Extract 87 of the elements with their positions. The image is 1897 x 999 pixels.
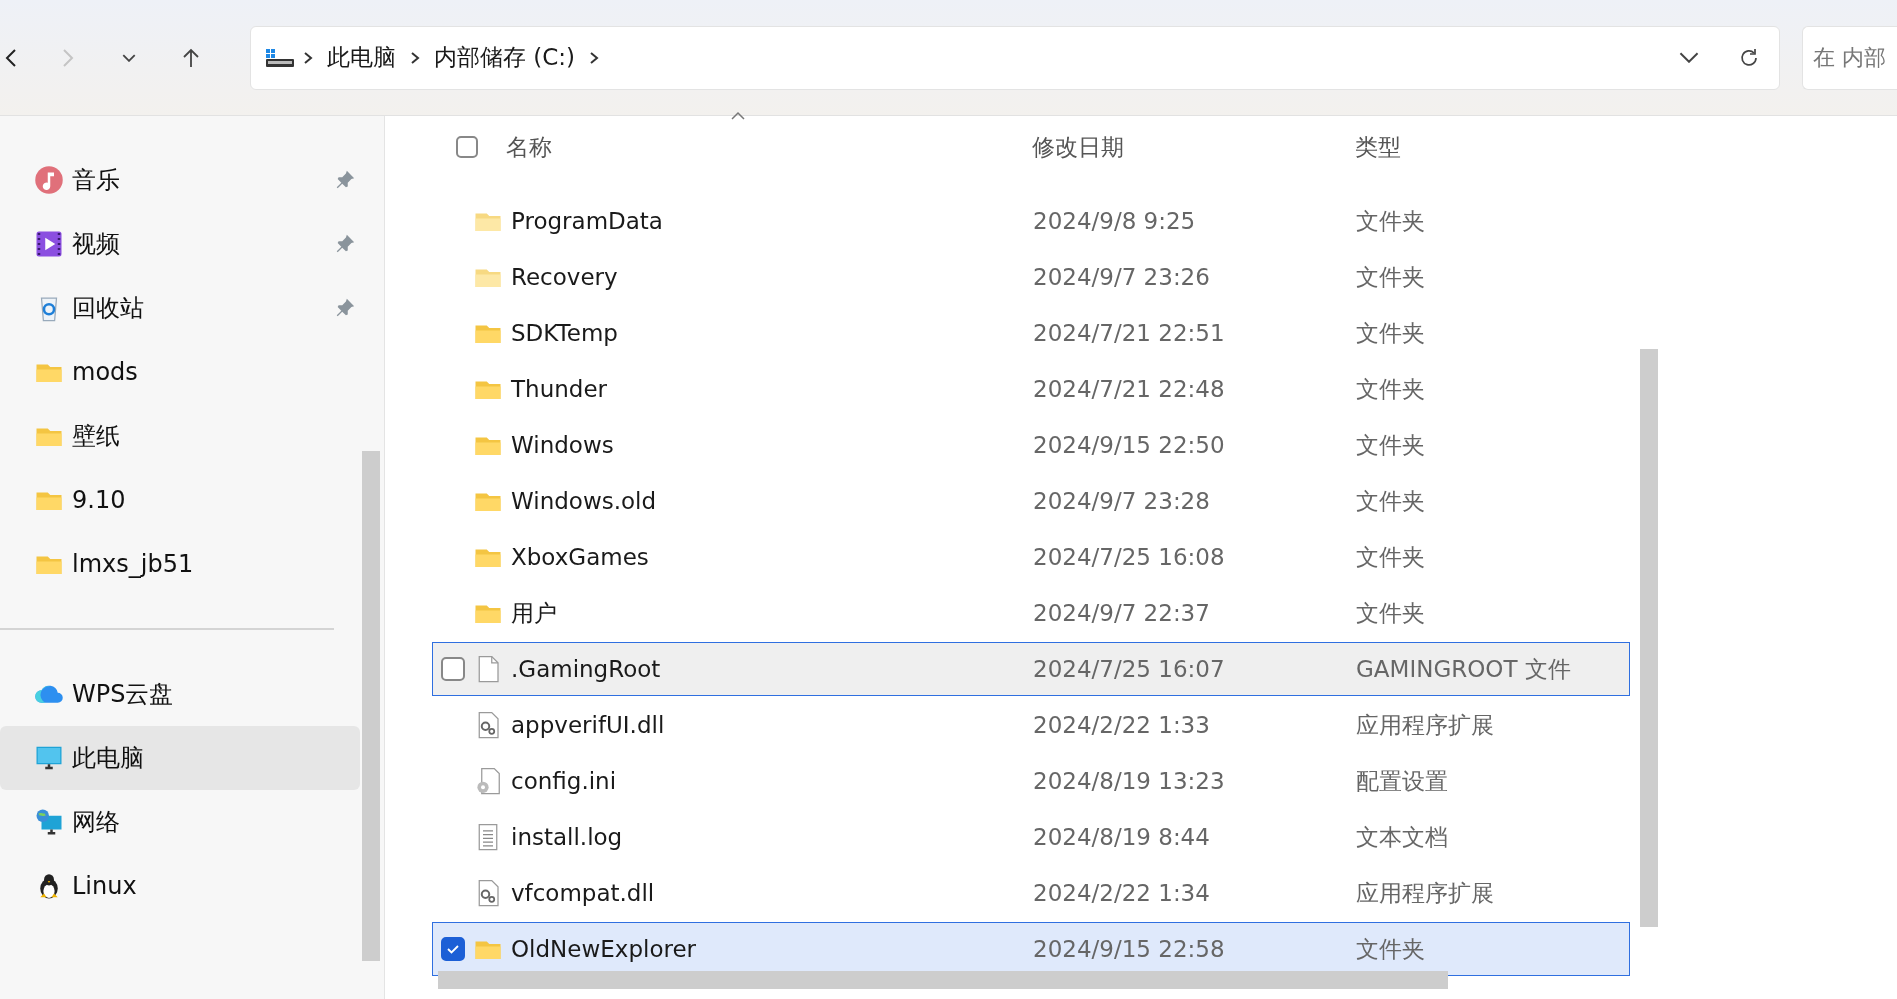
breadcrumb[interactable]: 此电脑 (321, 42, 402, 73)
search-field[interactable]: 在 内部 (1802, 25, 1897, 90)
sidebar-item[interactable]: Linux (0, 854, 360, 918)
drive-icon (265, 46, 295, 69)
file-row[interactable]: 用户 2024/9/7 22:37 文件夹 (432, 586, 1630, 640)
file-name: config.ini (511, 768, 617, 794)
file-name: XboxGames (511, 544, 649, 570)
modified-date: 2024/2/22 1:33 (1033, 712, 1210, 738)
column-header[interactable]: 名称 (506, 131, 552, 163)
sort-caret-icon (730, 110, 746, 120)
modified-date: 2024/9/7 23:28 (1033, 488, 1210, 514)
file-name: Recovery (511, 264, 618, 290)
breadcrumb[interactable]: 内部储存 (C:) (428, 42, 582, 73)
file-row[interactable]: Thunder 2024/7/21 22:48 文件夹 (432, 362, 1630, 416)
row-checkbox[interactable] (441, 657, 465, 681)
sidebar-item[interactable]: WPS云盘 (0, 662, 360, 726)
music-note-icon (34, 165, 64, 195)
file-type: 文件夹 (1356, 318, 1425, 348)
file-row[interactable]: appverifUI.dll 2024/2/22 1:33 应用程序扩展 (432, 698, 1630, 752)
modified-date: 2024/8/19 13:23 (1033, 768, 1225, 794)
file-row[interactable]: Recovery 2024/9/7 23:26 文件夹 (432, 250, 1630, 304)
file-type: 文件夹 (1356, 598, 1425, 628)
file-type: 配置设置 (1356, 766, 1448, 796)
vertical-scrollbar-thumb[interactable] (1640, 349, 1658, 927)
sidebar-item[interactable]: 壁纸 (0, 404, 360, 468)
modified-date: 2024/9/15 22:58 (1033, 936, 1225, 962)
file-name: Windows (511, 432, 614, 458)
file-type: 文件夹 (1356, 934, 1425, 964)
file-row[interactable]: .GamingRoot 2024/7/25 16:07 GAMINGROOT 文件 (432, 642, 1630, 696)
file-row[interactable]: config.ini 2024/8/19 13:23 配置设置 (432, 754, 1630, 808)
modified-date: 2024/2/22 1:34 (1033, 880, 1210, 906)
file-name: appverifUI.dll (511, 712, 665, 738)
file-row[interactable]: SDKTemp 2024/7/21 22:51 文件夹 (432, 306, 1630, 360)
file-type: 文本文档 (1356, 822, 1448, 852)
chevron-down-icon (122, 53, 136, 62)
file-type: 应用程序扩展 (1356, 710, 1494, 740)
sidebar-item[interactable]: 视频 (0, 212, 360, 276)
file-type: GAMINGROOT 文件 (1356, 654, 1571, 684)
file-type: 文件夹 (1356, 206, 1425, 236)
file-name: Windows.old (511, 488, 657, 514)
file-type: 应用程序扩展 (1356, 878, 1494, 908)
file-type: 文件夹 (1356, 374, 1425, 404)
modified-date: 2024/8/19 8:44 (1033, 824, 1210, 850)
modified-date: 2024/7/25 16:08 (1033, 544, 1225, 570)
sidebar-item[interactable]: 回收站 (0, 276, 360, 340)
file-name: 用户 (511, 598, 557, 628)
file-row[interactable]: vfcompat.dll 2024/2/22 1:34 应用程序扩展 (432, 866, 1630, 920)
modified-date: 2024/9/8 9:25 (1033, 208, 1196, 234)
modified-date: 2024/9/7 23:26 (1033, 264, 1210, 290)
modified-date: 2024/7/25 16:07 (1033, 656, 1225, 682)
file-name: SDKTemp (511, 320, 618, 346)
chevron-down-icon (1679, 52, 1699, 63)
file-type: 文件夹 (1356, 542, 1425, 572)
sidebar-item[interactable]: 音乐 (0, 148, 360, 212)
file-row[interactable]: XboxGames 2024/7/25 16:08 文件夹 (432, 530, 1630, 584)
file-name: ProgramData (511, 208, 663, 234)
file-row[interactable]: Windows.old 2024/9/7 23:28 文件夹 (432, 474, 1630, 528)
file-row[interactable]: Windows 2024/9/15 22:50 文件夹 (432, 418, 1630, 472)
modified-date: 2024/7/21 22:51 (1033, 320, 1225, 346)
file-name: install.log (511, 824, 623, 850)
sidebar-item[interactable]: 网络 (0, 790, 360, 854)
file-row[interactable]: OldNewExplorer 2024/9/15 22:58 文件夹 (432, 922, 1630, 976)
file-type: 文件夹 (1356, 262, 1425, 292)
file-row[interactable]: install.log 2024/8/19 8:44 文本文档 (432, 810, 1630, 864)
sidebar-item[interactable]: mods (0, 340, 360, 404)
scrollbar-thumb[interactable] (362, 451, 380, 961)
file-type: 文件夹 (1356, 430, 1425, 460)
modified-date: 2024/7/21 22:48 (1033, 376, 1225, 402)
sidebar-item[interactable]: lmxs_jb51 (0, 532, 360, 596)
file-name: Thunder (511, 376, 607, 402)
modified-date: 2024/9/7 22:37 (1033, 600, 1210, 626)
file-type: 文件夹 (1356, 486, 1425, 516)
modified-date: 2024/9/15 22:50 (1033, 432, 1225, 458)
file-name: OldNewExplorer (511, 936, 697, 962)
sidebar-item[interactable]: 9.10 (0, 468, 360, 532)
file-name: .GamingRoot (511, 656, 661, 682)
column-header[interactable]: 类型 (1355, 131, 1401, 163)
select-all-checkbox[interactable] (456, 136, 478, 158)
file-row[interactable]: ProgramData 2024/9/8 9:25 文件夹 (432, 194, 1630, 248)
file-name: vfcompat.dll (511, 880, 655, 906)
film-icon (34, 229, 64, 259)
horizontal-scrollbar-thumb[interactable] (438, 971, 1448, 989)
address-bar[interactable]: 此电脑 内部储存 (C:) (250, 25, 1780, 90)
sidebar-item[interactable]: 此电脑 (0, 726, 360, 790)
globe-monitor-icon (34, 807, 64, 837)
row-checkbox[interactable] (441, 937, 465, 961)
column-header[interactable]: 修改日期 (1032, 131, 1124, 163)
